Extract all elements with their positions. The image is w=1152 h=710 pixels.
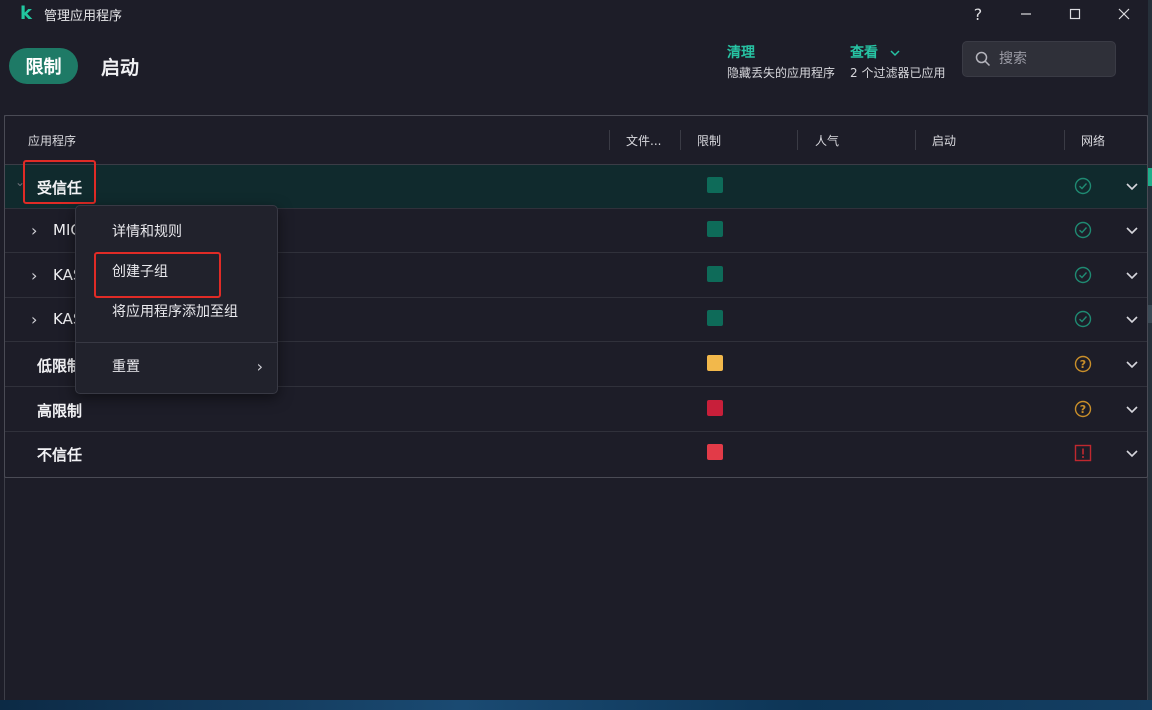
chevron-down-icon[interactable] — [1123, 266, 1141, 284]
taskbar-strip — [0, 700, 1152, 710]
kaspersky-logo-icon: k — [20, 3, 32, 24]
chevron-down-icon[interactable] — [1123, 400, 1141, 418]
check-circle-icon — [1074, 221, 1092, 239]
column-divider[interactable] — [797, 130, 798, 150]
table-row-high-restricted[interactable]: 高限制 ? — [5, 388, 1147, 432]
chevron-down-icon[interactable] — [1123, 355, 1141, 373]
warning-square-icon — [1074, 444, 1092, 462]
menu-item-details-rules[interactable]: 详情和规则 — [76, 214, 277, 250]
tab-startup[interactable]: 启动 — [101, 53, 139, 80]
table-row-trusted[interactable]: ⌄ 受信任 — [5, 165, 1147, 209]
highlight-box-create-subgroup — [94, 252, 221, 298]
chevron-right-icon[interactable]: › — [31, 310, 37, 329]
menu-divider — [76, 342, 277, 343]
chevron-right-icon[interactable]: › — [31, 221, 37, 240]
context-menu: 详情和规则 创建子组 将应用程序添加至组 重置 › — [75, 205, 278, 394]
title-bar: k 管理应用程序 ? — [0, 0, 1148, 28]
column-header-application[interactable]: 应用程序 — [28, 132, 76, 149]
search-box[interactable] — [962, 41, 1116, 77]
question-circle-icon: ? — [1074, 355, 1092, 373]
column-header-file[interactable]: 文件... — [626, 132, 661, 149]
close-button[interactable] — [1100, 0, 1148, 28]
highlight-box-trusted — [23, 160, 96, 204]
svg-text:?: ? — [1080, 403, 1086, 416]
restriction-color-indicator — [707, 400, 723, 416]
chevron-right-icon[interactable]: › — [31, 266, 37, 285]
tab-restrictions[interactable]: 限制 — [9, 48, 78, 84]
group-label: 高限制 — [37, 402, 83, 420]
restriction-color-indicator — [707, 221, 723, 237]
minimize-button[interactable] — [1002, 0, 1050, 28]
check-circle-icon — [1074, 310, 1092, 328]
cleanup-link[interactable]: 清理 — [727, 42, 755, 62]
search-input[interactable] — [999, 42, 1109, 76]
edge-accent — [1148, 168, 1152, 186]
group-label: 不信任 — [37, 446, 83, 464]
chevron-down-icon[interactable] — [1123, 177, 1141, 195]
restriction-color-indicator — [707, 266, 723, 282]
menu-item-add-app-to-group[interactable]: 将应用程序添加至组 — [76, 294, 277, 330]
column-divider[interactable] — [680, 130, 681, 150]
search-icon — [975, 51, 991, 67]
view-label: 查看 — [850, 45, 878, 61]
maximize-icon — [1069, 8, 1081, 20]
chevron-right-icon: › — [256, 357, 263, 376]
filters-applied-text: 2 个过滤器已应用 — [850, 66, 946, 80]
chevron-down-icon[interactable] — [1123, 310, 1141, 328]
menu-item-reset-label: 重置 — [112, 359, 140, 375]
column-header-popularity[interactable]: 人气 — [815, 132, 839, 149]
restriction-color-indicator — [707, 355, 723, 371]
column-header-restriction[interactable]: 限制 — [697, 132, 721, 149]
check-circle-icon — [1074, 177, 1092, 195]
chevron-down-icon[interactable] — [1123, 221, 1141, 239]
chevron-down-icon[interactable] — [1123, 444, 1141, 462]
window-edge — [1148, 0, 1152, 710]
column-header-network[interactable]: 网络 — [1081, 132, 1105, 149]
column-divider[interactable] — [609, 130, 610, 150]
svg-text:?: ? — [1080, 358, 1086, 371]
view-dropdown[interactable]: 查看 — [850, 42, 901, 62]
close-icon — [1118, 8, 1130, 20]
question-circle-icon: ? — [1074, 400, 1092, 418]
restriction-color-indicator — [707, 444, 723, 460]
check-circle-icon — [1074, 266, 1092, 284]
column-header-startup[interactable]: 启动 — [932, 132, 956, 149]
maximize-button[interactable] — [1051, 0, 1099, 28]
window-title: 管理应用程序 — [44, 9, 123, 24]
cleanup-description: 隐藏丢失的应用程序 — [727, 66, 836, 80]
edge-accent — [1148, 305, 1152, 323]
column-divider[interactable] — [915, 130, 916, 150]
help-button[interactable]: ? — [954, 0, 1002, 28]
minimize-icon — [1021, 13, 1031, 15]
manage-apps-window: k 管理应用程序 ? 限制 启动 清理 隐藏丢失的应用程序 查看 2 个过滤器已… — [0, 0, 1152, 710]
column-divider[interactable] — [1064, 130, 1065, 150]
chevron-down-icon — [890, 50, 900, 57]
table-row-untrusted[interactable]: 不信任 — [5, 432, 1147, 476]
restriction-color-indicator — [707, 177, 723, 193]
restriction-color-indicator — [707, 310, 723, 326]
menu-item-reset[interactable]: 重置 › — [76, 349, 277, 385]
